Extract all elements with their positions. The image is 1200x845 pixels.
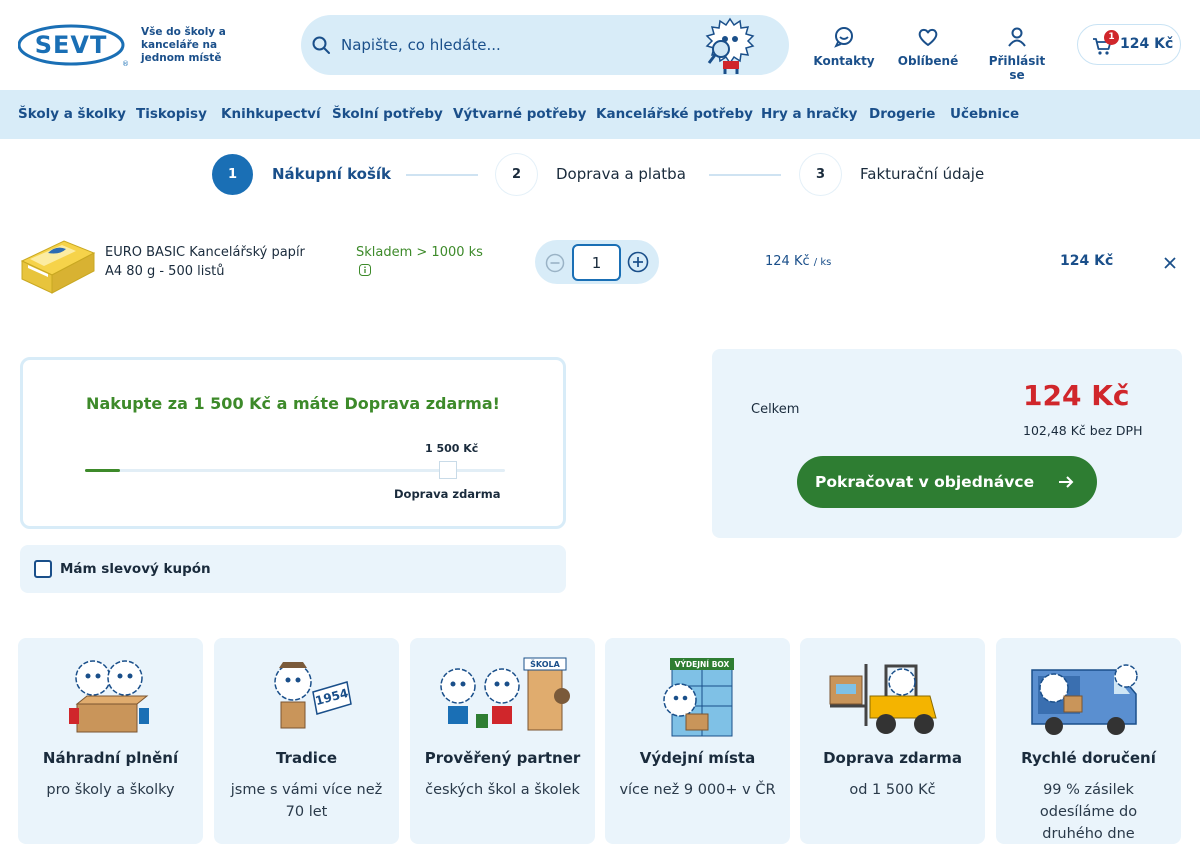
line-total: 124 Kč — [1060, 253, 1114, 269]
search-bar[interactable] — [301, 15, 789, 75]
total-label: Celkem — [751, 402, 800, 417]
benefit-title: Výdejní místa — [639, 749, 756, 767]
benefit-title: Náhradní plnění — [42, 749, 179, 767]
cart-total: 124 Kč — [1120, 36, 1174, 52]
step-1-label[interactable]: Nákupní košík — [272, 165, 391, 183]
nav-item-skolni-potreby[interactable]: Školní potřeby — [332, 106, 443, 122]
benefit-subtitle: 99 % zásilek odesíláme do druhého dne — [1039, 782, 1138, 842]
free-shipping-progress-fill — [85, 469, 120, 472]
step-3-label[interactable]: Fakturační údaje — [860, 165, 984, 183]
coupon-checkbox[interactable] — [34, 560, 52, 578]
free-shipping-threshold: 1 500 Kč — [425, 442, 479, 455]
order-summary: Celkem 124 Kč 102,48 Kč bez DPH Pokračov… — [712, 349, 1182, 538]
coupon-label[interactable]: Mám slevový kupón — [60, 561, 211, 577]
remove-item-close-icon[interactable] — [1163, 255, 1177, 274]
contacts-link[interactable]: Kontakty — [811, 26, 877, 68]
benefit-card-tradice: 1954 Tradice jsme s vámi více než 70 let — [214, 638, 399, 844]
benefit-subtitle: od 1 500 Kč — [849, 782, 936, 798]
search-input[interactable] — [341, 31, 661, 59]
delivery-van-illustration — [1024, 656, 1144, 738]
cart-button[interactable]: 1 124 Kč — [1077, 24, 1181, 65]
forklift-illustration — [826, 656, 958, 738]
nav-item-ucebnice[interactable]: Učebnice — [950, 106, 1019, 122]
benefit-card-nahradni-plneni: Náhradní plnění pro školy a školky — [18, 638, 203, 844]
nav-item-vytvarne-potreby[interactable]: Výtvarné potřeby — [453, 106, 586, 122]
free-shipping-marker — [439, 461, 457, 479]
free-shipping-box: Nakupte za 1 500 Kč a máte Doprava zdarm… — [20, 357, 566, 529]
header: SEVT ® Vše do školy a kanceláře na jedno… — [0, 0, 1200, 90]
unit-price-suffix: / ks — [813, 257, 832, 268]
unit-price: 124 Kč / ks — [765, 254, 831, 269]
coupon-toggle[interactable]: Mám slevový kupón — [20, 545, 566, 593]
benefit-subtitle: více než 9 000+ v ČR — [619, 782, 776, 798]
total-price: 124 Kč — [1023, 379, 1130, 412]
favorites-label: Oblíbené — [897, 54, 959, 68]
benefit-title: Doprava zdarma — [823, 749, 962, 767]
benefit-card-rychle-doruceni: Rychlé doručení 99 % zásilek odesíláme d… — [996, 638, 1181, 844]
stock-text: Skladem > 1000 ks — [356, 245, 483, 260]
nav-item-hry-a-hracky[interactable]: Hry a hračky — [761, 106, 857, 122]
login-label: Přihlásit se — [988, 54, 1046, 82]
nav-item-drogerie[interactable]: Drogerie — [869, 106, 935, 122]
benefit-title: Tradice — [275, 749, 338, 767]
increase-quantity-icon[interactable] — [627, 251, 649, 277]
category-nav: Školy a školky Tiskopisy Knihkupectví Šk… — [0, 90, 1200, 139]
favorites-link[interactable]: Oblíbené — [896, 26, 960, 68]
continue-order-button[interactable]: Pokračovat v objednávce — [797, 456, 1097, 508]
quantity-stepper — [535, 240, 659, 284]
benefit-subtitle: pro školy a školky — [46, 782, 175, 798]
cart-count-badge: 1 — [1104, 30, 1119, 45]
search-icon[interactable] — [311, 35, 331, 55]
quantity-input[interactable] — [572, 244, 621, 281]
step-2-label[interactable]: Doprava a platba — [556, 165, 686, 183]
nav-item-kancelarske-potreby[interactable]: Kancelářské potřeby — [596, 106, 753, 122]
benefit-card-provereny-partner: ŠKOLA Prověřený partner českých škol a š… — [410, 638, 595, 844]
product-name[interactable]: EURO BASIC Kancelářský papír A4 80 g - 5… — [105, 243, 305, 281]
total-without-vat: 102,48 Kč bez DPH — [1023, 423, 1143, 438]
mascot-flag-illustration: 1954 — [251, 656, 361, 738]
svg-text:®: ® — [122, 60, 128, 68]
mascot-magnifier-illustration — [699, 15, 761, 75]
step-1-number[interactable]: 1 — [212, 154, 253, 195]
benefit-subtitle: českých škol a školek — [425, 782, 580, 798]
pickup-box-illustration: VÝDEJNÍ BOX — [642, 656, 752, 738]
benefit-title: Rychlé doručení — [1021, 749, 1156, 767]
svg-text:ŠKOLA: ŠKOLA — [530, 658, 561, 669]
nav-item-tiskopisy[interactable]: Tiskopisy — [136, 106, 207, 122]
nav-item-knihkupectvi[interactable]: Knihkupectví — [221, 106, 321, 122]
step-divider — [709, 174, 781, 176]
svg-text:SEVT: SEVT — [35, 31, 108, 59]
free-shipping-message: Nakupte za 1 500 Kč a máte Doprava zdarm… — [86, 394, 500, 413]
chat-smile-icon — [811, 26, 877, 48]
checkout-steps: 1 Nákupní košík 2 Doprava a platba 3 Fak… — [0, 139, 1200, 211]
contacts-label: Kontakty — [813, 54, 875, 68]
nav-item-skoly-a-skolky[interactable]: Školy a školky — [18, 106, 126, 122]
info-icon[interactable] — [359, 263, 371, 282]
benefits-strip: Náhradní plnění pro školy a školky 1954 … — [18, 638, 1182, 844]
mascots-school-illustration: ŠKOLA — [430, 656, 575, 738]
stock-status: Skladem > 1000 ks — [356, 243, 486, 282]
login-link[interactable]: Přihlásit se — [980, 26, 1054, 82]
product-image[interactable] — [18, 231, 96, 295]
benefit-card-vydejni-mista: VÝDEJNÍ BOX Výdejní místa více než 9 000… — [605, 638, 790, 844]
decrease-quantity-icon[interactable] — [545, 253, 565, 277]
benefit-card-doprava-zdarma: Doprava zdarma od 1 500 Kč — [800, 638, 985, 844]
benefit-title: Prověřený partner — [424, 749, 581, 767]
mascots-box-illustration — [55, 656, 165, 738]
cart-item-row: EURO BASIC Kancelářský papír A4 80 g - 5… — [0, 220, 1200, 310]
step-3-number[interactable]: 3 — [800, 154, 841, 195]
step-divider — [406, 174, 478, 176]
arrow-right-icon — [1057, 473, 1075, 495]
heart-icon — [896, 26, 960, 48]
unit-price-value: 124 Kč — [765, 254, 810, 269]
step-2-number[interactable]: 2 — [496, 154, 537, 195]
tagline: Vše do školy a kanceláře na jednom místě — [141, 26, 226, 64]
free-shipping-label: Doprava zdarma — [394, 487, 501, 501]
benefit-subtitle: jsme s vámi více než 70 let — [230, 782, 383, 820]
user-icon — [980, 26, 1054, 48]
svg-text:VÝDEJNÍ BOX: VÝDEJNÍ BOX — [675, 660, 730, 669]
sevt-logo[interactable]: SEVT ® — [17, 24, 129, 68]
continue-order-label: Pokračovat v objednávce — [815, 473, 1035, 491]
